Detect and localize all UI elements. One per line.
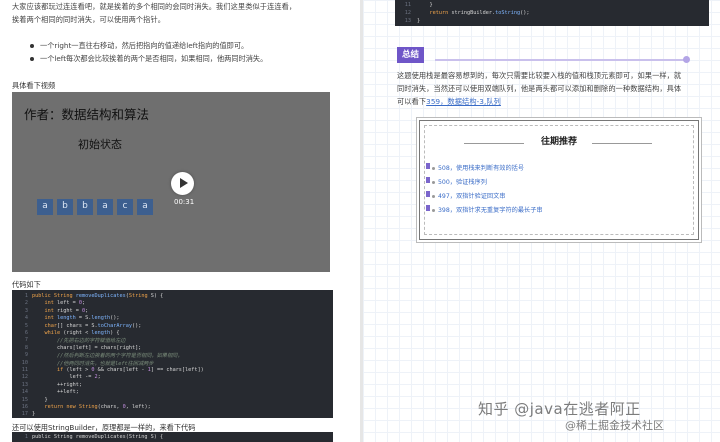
card-title: 往期推荐 — [540, 137, 577, 147]
code-line: ++left; — [32, 389, 79, 396]
accent-bar — [426, 191, 430, 197]
bullet-dot-icon — [432, 194, 435, 198]
watermark-juejin: @稀土掘金技术社区 — [565, 419, 664, 432]
line-number: 5 — [24, 322, 28, 329]
bullet-item: 一个left每次都会比较挨着的两个是否相同，如果相同，他两同时消失。 — [30, 53, 267, 65]
accent-bar — [426, 163, 430, 169]
code-line: } — [32, 396, 48, 403]
array-box: c — [117, 199, 133, 215]
line-number: 9 — [24, 352, 28, 359]
code-block[interactable]: 1 public String removeDuplicates(String S… — [12, 290, 333, 418]
bullet-item: 一个right一直往右移动，然后把指向的值递给left指向的值即可。 — [30, 40, 248, 52]
line-number: 2 — [24, 300, 28, 307]
code-line: left -= 2; — [32, 374, 101, 381]
video-heading: 具体看下视频 — [12, 81, 56, 90]
line-number: 12 — [404, 10, 411, 16]
recommended-link[interactable]: 500，验证栈序列 — [432, 177, 487, 186]
video-player[interactable]: 作者：数据结构和算法 初始状态 00:31 a b b a c a — [12, 92, 330, 272]
video-duration: 00:31 — [174, 198, 195, 206]
line-number: 17 — [21, 411, 28, 418]
code-line: while (right < length) { — [44, 330, 120, 336]
code-line: //然后判断左边挨着的两个字符是否相同，如果相同， — [32, 353, 183, 360]
code-block-tail[interactable]: 11 } 12 return stringBuilder.toString();… — [395, 0, 709, 26]
code-line: } — [32, 411, 36, 418]
code-line: int left = 0; — [44, 300, 86, 307]
line-number: 12 — [21, 374, 28, 381]
summary-tag: 总结 — [397, 47, 425, 63]
code-line: return new String(chars, 0, left); — [44, 404, 151, 410]
summary-dot-icon — [683, 56, 690, 63]
line-number: 3 — [24, 307, 28, 314]
code-line: public String removeDuplicates(String S)… — [32, 293, 164, 299]
line-number: 1 — [24, 434, 28, 440]
array-boxes: a b b a c a — [37, 199, 153, 215]
code-line: //他两同时消失，也就是left往回减两步 — [32, 360, 154, 367]
summary-section-header: 总结 — [397, 47, 690, 63]
summary-line: 同时消失，当然还可以使用双端队列，他是两头都可以添加和删除的一种数据结构，具体 — [397, 84, 682, 93]
intro-line-2: 挨着两个相同的同时消失，可以使用两个指针。 — [12, 15, 166, 24]
code-line: } — [417, 2, 433, 8]
code-line: chars[left] = chars[right]; — [32, 344, 142, 351]
code-line: return stringBuilder.toString(); — [429, 10, 530, 16]
bullet-dot-icon — [432, 180, 435, 184]
summary-paragraph: 这题使用栈是最容易想到的，每次只需要比较要入栈的值和栈顶元素即可，如果一样，就 … — [397, 69, 717, 108]
right-article-page: 11 } 12 return stringBuilder.toString();… — [363, 0, 720, 442]
code-heading: 代码如下 — [12, 280, 41, 289]
recommended-link[interactable]: 398，双指针求无重复字符的最长子串 — [432, 205, 543, 214]
line-number: 4 — [24, 315, 28, 322]
video-state-text: 初始状态 — [78, 138, 122, 151]
line-number: 10 — [21, 359, 28, 366]
code-line: char[] chars = S.toCharArray(); — [44, 322, 142, 329]
line-number: 16 — [21, 404, 28, 410]
recommended-link[interactable]: 508，使用栈来判断有效的括号 — [432, 163, 524, 172]
accent-bar — [426, 205, 430, 211]
code-line: int length = S.length(); — [44, 315, 120, 322]
summary-line: 可以看下359，数据结构-3,队列 — [397, 97, 501, 106]
line-number: 13 — [404, 18, 411, 24]
watermark-zhihu: 知乎 @java在逃者阿正 — [478, 400, 641, 418]
video-author-text: 作者：数据结构和算法 — [24, 107, 150, 122]
title-divider-right — [592, 143, 652, 144]
code-line: ++right; — [32, 381, 82, 388]
line-number: 8 — [24, 344, 28, 351]
queue-article-link[interactable]: 359，数据结构-3,队列 — [426, 97, 501, 106]
bullet-dot-icon — [432, 166, 435, 170]
recommended-link[interactable]: 497，双指针验证回文串 — [432, 191, 506, 200]
array-box: a — [137, 199, 153, 215]
recommended-posts-card: 往期推荐 508，使用栈来判断有效的括号 500，验证栈序列 497，双指针验证… — [419, 120, 699, 240]
array-box: a — [37, 199, 53, 215]
line-number: 6 — [24, 330, 28, 336]
line-number: 7 — [24, 337, 28, 344]
code-line: } — [417, 18, 421, 24]
bullet-dot-icon — [30, 56, 34, 61]
line-number: 11 — [21, 367, 28, 373]
code-line: int right = 0; — [44, 307, 89, 314]
intro-line-1: 大家应该都玩过连连看吧，就是挨着的多个相同的会同时消失。我们这里类似于连连看， — [12, 2, 297, 11]
play-icon[interactable] — [171, 172, 194, 195]
summary-line: 这题使用栈是最容易想到的，每次只需要比较要入栈的值和栈顶元素即可，如果一样，就 — [397, 71, 682, 80]
code-line: //先把右边的字符赋值给左边 — [32, 338, 126, 345]
left-article-page: 大家应该都玩过连连看吧，就是挨着的多个相同的会同时消失。我们这里类似于连连看， … — [0, 0, 360, 442]
line-number: 13 — [21, 381, 28, 388]
summary-underline — [435, 59, 687, 61]
array-box: b — [77, 199, 93, 215]
array-box: a — [97, 199, 113, 215]
intro-paragraph: 大家应该都玩过连连看吧，就是挨着的多个相同的会同时消失。我们这里类似于连连看， … — [12, 0, 296, 26]
line-number: 14 — [21, 389, 28, 396]
accent-bar — [426, 177, 430, 183]
bullet-dot-icon — [30, 43, 34, 48]
line-number: 11 — [404, 2, 411, 8]
line-number: 1 — [24, 293, 28, 299]
array-box: b — [57, 199, 73, 215]
bullet-dot-icon — [432, 208, 435, 212]
code-line: if (left > 0 && chars[left - 1] == chars… — [57, 367, 204, 373]
line-number: 15 — [21, 396, 28, 403]
code-block-2[interactable]: 1 public String removeDuplicates(String … — [12, 432, 333, 442]
code-line: public String removeDuplicates(String S)… — [32, 434, 164, 440]
